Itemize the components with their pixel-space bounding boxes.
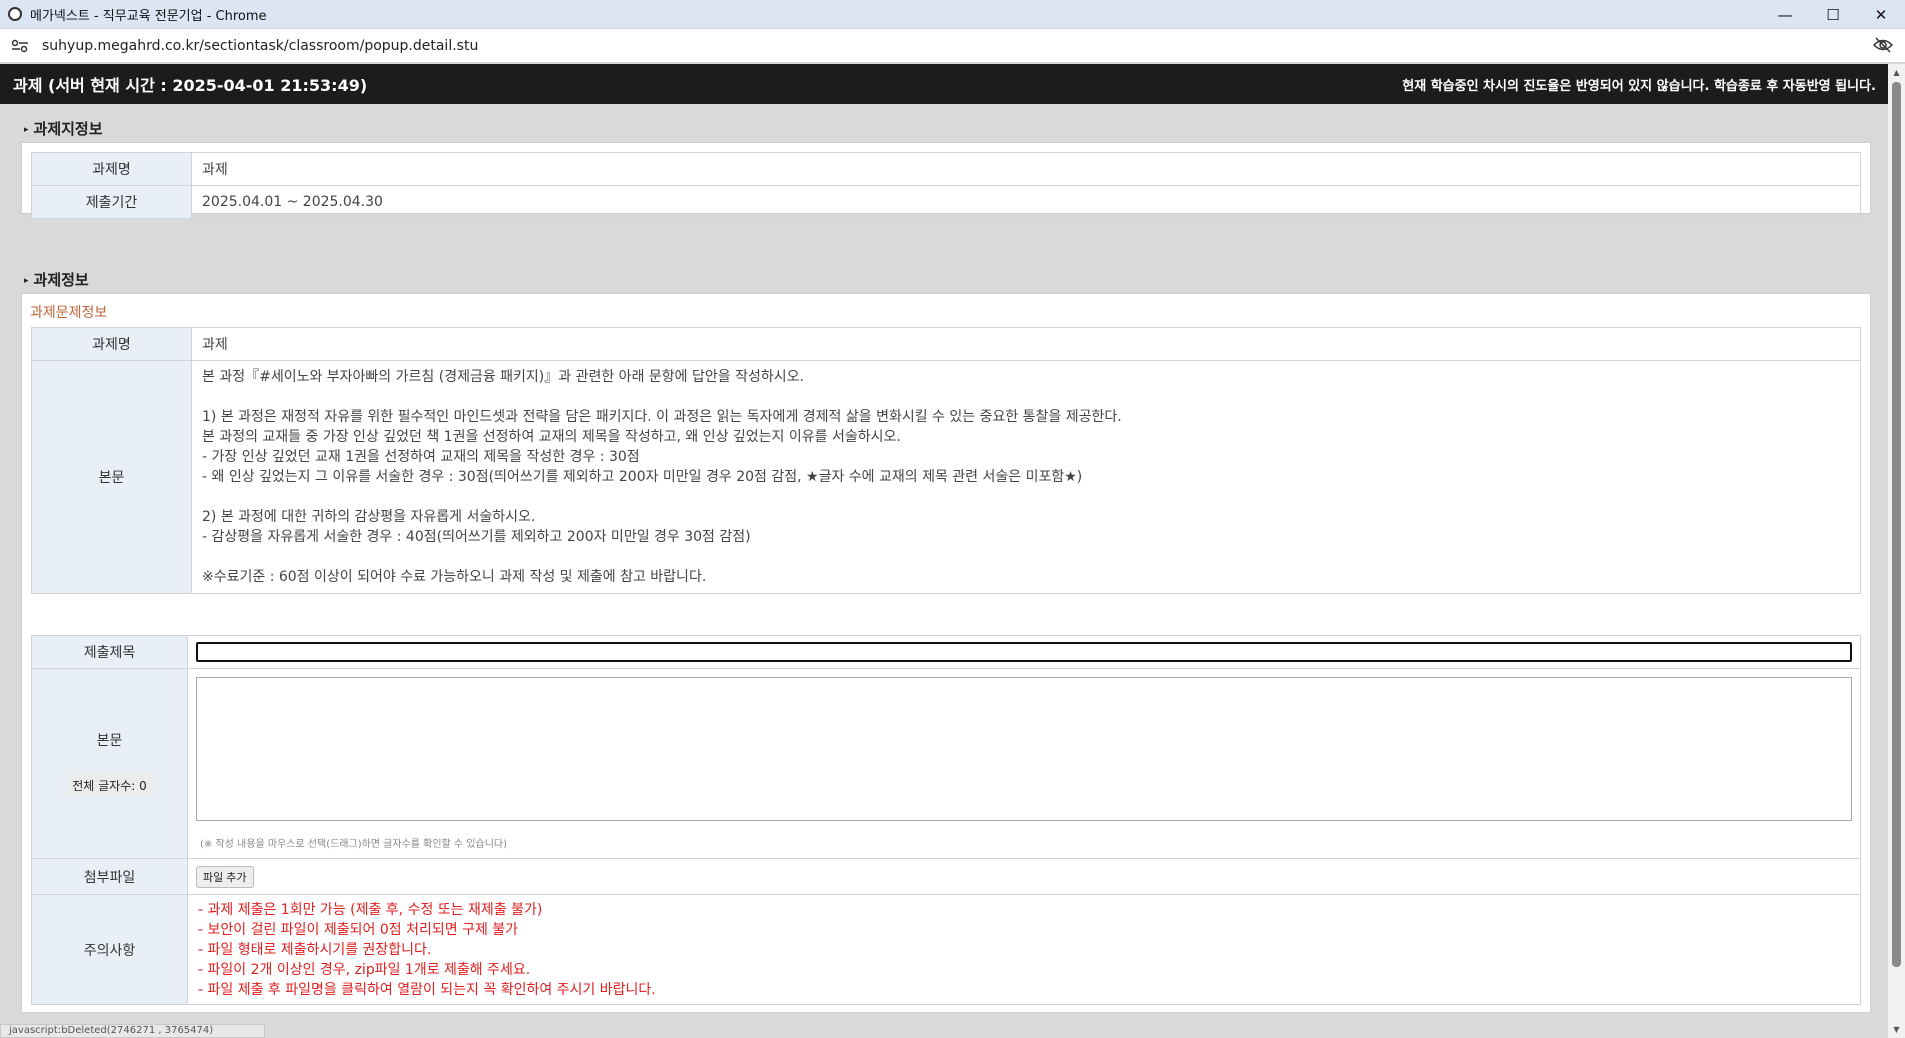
submission-title-label: 제출제목 <box>31 635 188 669</box>
table-row: 제출기간 2025.04.01 ~ 2025.04.30 <box>31 185 1861 219</box>
body-blank-line <box>202 487 1850 507</box>
assignment-info-table: 과제명 과제 제출기간 2025.04.01 ~ 2025.04.30 <box>31 152 1861 219</box>
table-row: 첨부파일 파일 추가 <box>31 858 1861 895</box>
body-line: ※수료기준 : 60점 이상이 되어야 수료 가능하오니 과제 작성 및 제출에… <box>202 569 707 585</box>
note-item: - 파일이 2개 이상인 경우, zip파일 1개로 제출해 주세요. <box>198 961 531 978</box>
note-item: - 파일 형태로 제출하시기를 권장합니다. <box>198 941 432 958</box>
minimize-button[interactable]: — <box>1761 0 1809 29</box>
body-line: 본 과정의 교재들 중 가장 인상 깊었던 책 1권을 선정하여 교재의 제목을… <box>202 429 901 445</box>
url-text[interactable]: suhyup.megahrd.co.kr/sectiontask/classro… <box>42 38 478 54</box>
task-body-label: 본문 <box>31 360 192 594</box>
note-item: - 파일 제출 후 파일명을 클릭하여 열람이 되는지 꼭 확인하여 주시기 바… <box>198 981 656 998</box>
close-button[interactable]: ✕ <box>1857 0 1905 29</box>
assignment-info-panel: 과제명 과제 제출기간 2025.04.01 ~ 2025.04.30 <box>21 142 1871 219</box>
task-body-text: 본 과정『#세이노와 부자아빠의 가르침 (경제금융 패키지)』과 관련한 아래… <box>192 361 1860 593</box>
notes-list: - 과제 제출은 1회만 가능 (제출 후, 수정 또는 재제출 불가) - 보… <box>188 896 1860 1004</box>
attachment-cell: 파일 추가 <box>187 858 1861 895</box>
task-subtitle: 과제문제정보 <box>30 305 108 321</box>
period-value: 2025.04.01 ~ 2025.04.30 <box>191 185 1861 219</box>
submission-body-label: 본문 <box>96 733 123 749</box>
notes-label: 주의사항 <box>31 894 188 1005</box>
table-row: 과제명 과제 <box>31 327 1861 361</box>
task-question-table: 과제명 과제 본문 본 과정『#세이노와 부자아빠의 가르침 (경제금융 패키지… <box>31 327 1861 594</box>
note-item: - 과제 제출은 1회만 가능 (제출 후, 수정 또는 재제출 불가) <box>198 901 543 918</box>
body-blank-line <box>202 547 1850 567</box>
vertical-scrollbar[interactable]: ▲ ▼ <box>1888 64 1905 1038</box>
table-row: 주의사항 - 과제 제출은 1회만 가능 (제출 후, 수정 또는 재제출 불가… <box>31 894 1861 1005</box>
assignment-name-value: 과제 <box>191 152 1861 186</box>
table-row: 제출제목 <box>31 635 1861 669</box>
submission-body-textarea[interactable] <box>196 677 1852 821</box>
body-line: 1) 본 과정은 재정적 자유를 위한 필수적인 마인드셋과 전략을 담은 패키… <box>202 409 1122 425</box>
section-title-text: 과제정보 <box>33 271 89 289</box>
task-info-panel: 과제문제정보 과제명 과제 본문 본 과정『#세이노와 부자아빠의 가르침 (경… <box>21 293 1871 1013</box>
add-file-button[interactable]: 파일 추가 <box>196 865 254 888</box>
scroll-up-arrow-icon[interactable]: ▲ <box>1888 64 1905 81</box>
address-bar: suhyup.megahrd.co.kr/sectiontask/classro… <box>0 29 1905 63</box>
attachment-label: 첨부파일 <box>31 858 188 895</box>
chrome-app-icon <box>8 7 22 21</box>
table-row: 과제명 과제 <box>31 152 1861 186</box>
popup-content: ▸ 과제지정보 과제명 과제 제출기간 2025.04.01 ~ 2025.04.… <box>0 104 1888 1036</box>
task-name-value: 과제 <box>191 327 1861 361</box>
body-line: - 가장 인상 깊었던 교재 1권을 선정하여 교재의 제목을 작성한 경우 :… <box>202 449 640 465</box>
section-title-assignment: ▸ 과제지정보 <box>24 118 103 139</box>
progress-notice: 현재 학습중인 차시의 진도율은 반영되어 있지 않습니다. 학습종료 후 자동… <box>1402 78 1876 94</box>
assignment-name-label: 과제명 <box>31 152 192 186</box>
window-controls: — ☐ ✕ <box>1761 0 1905 29</box>
page-title: 과제 (서버 현재 시간 : 2025-04-01 21:53:49) <box>13 76 368 95</box>
bullet-icon: ▸ <box>24 276 29 286</box>
site-info-icon[interactable] <box>10 38 30 54</box>
section-title-text: 과제지정보 <box>33 120 103 138</box>
submission-body-cell: (※ 작성 내용을 마우스로 선택(드래그)하면 글자수를 확인할 수 있습니다… <box>187 668 1861 859</box>
submission-body-label-cell: 본문 전체 글자수: 0 <box>31 668 188 859</box>
task-name-label: 과제명 <box>31 327 192 361</box>
body-blank-line <box>202 387 1850 407</box>
submission-title-input[interactable] <box>196 642 1852 662</box>
window-title: 메가넥스트 - 직무교육 전문기업 - Chrome <box>30 8 267 24</box>
body-line: - 왜 인상 깊었는지 그 이유를 서술한 경우 : 30점(띄어쓰기를 제외하… <box>202 469 1083 485</box>
popup-header: 과제 (서버 현재 시간 : 2025-04-01 21:53:49) 현재 학… <box>0 64 1888 104</box>
window-titlebar: 메가넥스트 - 직무교육 전문기업 - Chrome — ☐ ✕ <box>0 0 1905 29</box>
body-line: 2) 본 과정에 대한 귀하의 감상평을 자유롭게 서술하시오. <box>202 509 536 525</box>
table-row: 본문 본 과정『#세이노와 부자아빠의 가르침 (경제금융 패키지)』과 관련한… <box>31 360 1861 594</box>
section-title-task: ▸ 과제정보 <box>24 269 89 290</box>
eye-off-icon[interactable] <box>1873 37 1893 53</box>
body-line: - 감상평을 자유롭게 서술한 경우 : 40점(띄어쓰기를 제외하고 200자… <box>202 529 751 545</box>
note-item: - 보안이 걸린 파일이 제출되어 0점 처리되면 구제 불가 <box>198 921 519 938</box>
body-line: 본 과정『#세이노와 부자아빠의 가르침 (경제금융 패키지)』과 관련한 아래… <box>202 369 804 385</box>
char-count-badge: 전체 글자수: 0 <box>66 774 153 797</box>
task-body-cell: 본 과정『#세이노와 부자아빠의 가르침 (경제금융 패키지)』과 관련한 아래… <box>191 360 1861 594</box>
submission-title-cell <box>187 635 1861 669</box>
notes-cell: - 과제 제출은 1회만 가능 (제출 후, 수정 또는 재제출 불가) - 보… <box>187 894 1861 1005</box>
submission-table: 제출제목 본문 전체 글자수: 0 (※ 작성 내용을 마우스로 선택(드래그)… <box>31 635 1861 1005</box>
status-bar-link: javascript:bDeleted(2746271 , 3765474) <box>0 1024 265 1038</box>
char-count-hint: (※ 작성 내용을 마우스로 선택(드래그)하면 글자수를 확인할 수 있습니다… <box>200 839 508 850</box>
bullet-icon: ▸ <box>24 125 29 135</box>
scroll-down-arrow-icon[interactable]: ▼ <box>1888 1021 1905 1038</box>
period-label: 제출기간 <box>31 185 192 219</box>
scrollbar-thumb[interactable] <box>1892 82 1901 967</box>
maximize-button[interactable]: ☐ <box>1809 0 1857 29</box>
table-row: 본문 전체 글자수: 0 (※ 작성 내용을 마우스로 선택(드래그)하면 글자… <box>31 668 1861 859</box>
